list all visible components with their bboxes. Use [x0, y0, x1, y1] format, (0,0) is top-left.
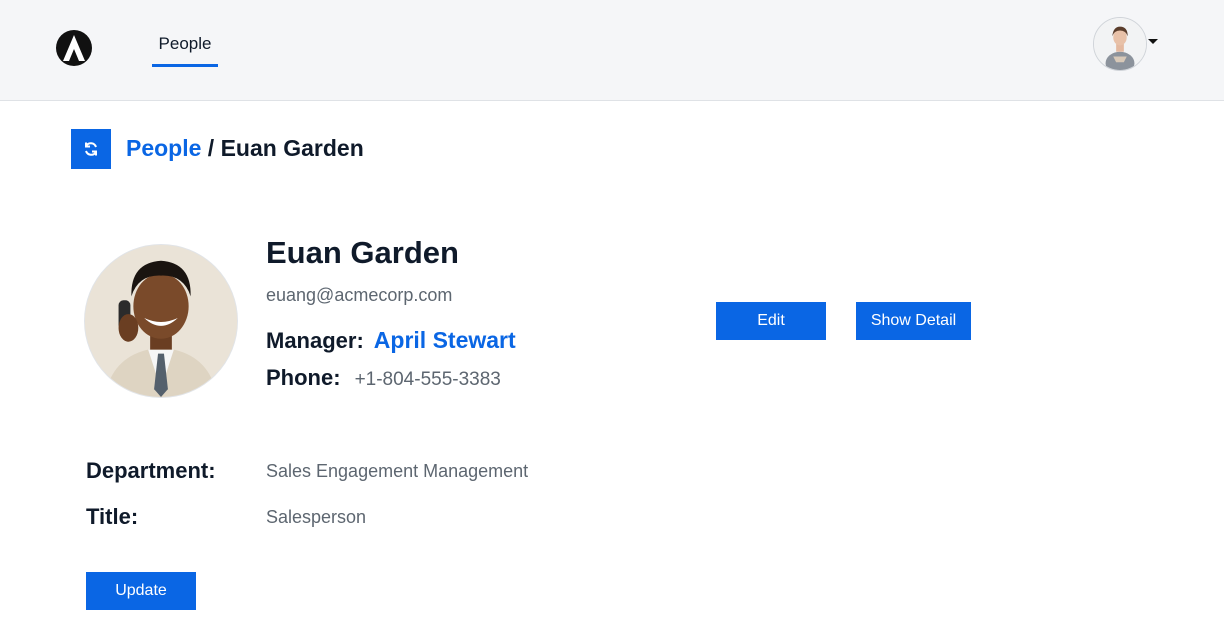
- nav-tab-people[interactable]: People: [152, 30, 218, 67]
- profile-photo-image: [85, 245, 237, 397]
- breadcrumb: People / Euan Garden: [126, 132, 364, 164]
- person-name: Euan Garden: [266, 235, 459, 270]
- breadcrumb-current: Euan Garden: [220, 135, 364, 161]
- show-detail-button[interactable]: Show Detail: [856, 302, 971, 340]
- user-menu[interactable]: [1093, 17, 1163, 73]
- refresh-button[interactable]: [71, 129, 111, 169]
- phone-label: Phone:: [266, 365, 341, 390]
- department-value: Sales Engagement Management: [266, 461, 529, 481]
- app-logo-icon[interactable]: [55, 29, 93, 67]
- update-button[interactable]: Update: [86, 572, 196, 610]
- department-label: Department:: [86, 458, 216, 483]
- edit-button[interactable]: Edit: [716, 302, 826, 340]
- manager-link[interactable]: April Stewart: [374, 327, 516, 353]
- manager-label: Manager:: [266, 328, 364, 353]
- user-avatar-image: [1094, 18, 1146, 70]
- caret-down-icon[interactable]: [1148, 39, 1158, 44]
- user-avatar[interactable]: [1093, 17, 1147, 71]
- phone-value: +1-804-555-3383: [354, 369, 501, 390]
- title-value: Salesperson: [266, 507, 367, 527]
- refresh-icon: [85, 142, 97, 156]
- phone-row: Phone: +1-804-555-3383: [266, 364, 501, 395]
- title-label: Title:: [86, 504, 139, 529]
- person-email: euang@acmecorp.com: [266, 285, 453, 305]
- manager-row: Manager: April Stewart: [266, 326, 516, 358]
- profile-photo: [84, 244, 238, 398]
- breadcrumb-separator: /: [201, 135, 221, 161]
- top-navigation-bar: People: [0, 0, 1224, 101]
- breadcrumb-people-link[interactable]: People: [126, 135, 201, 161]
